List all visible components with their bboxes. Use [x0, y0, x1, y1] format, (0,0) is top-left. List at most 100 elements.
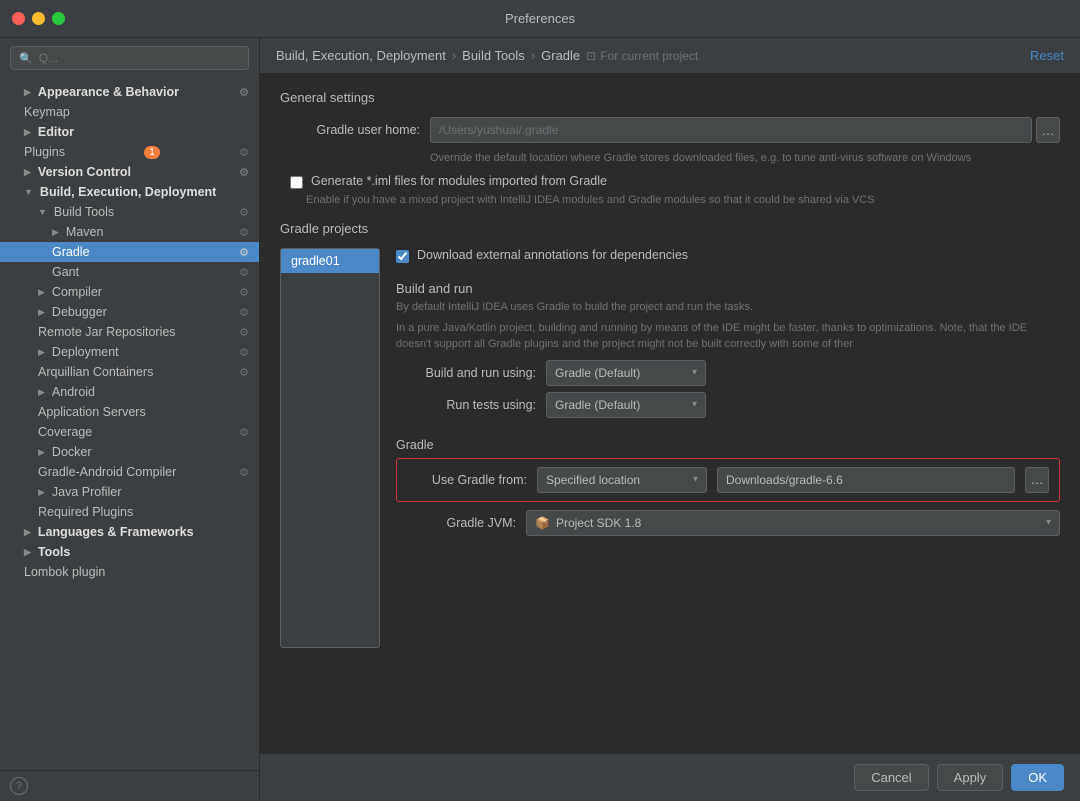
run-tests-value: Gradle (Default) [555, 398, 640, 412]
generate-iml-label: Generate *.iml files for modules importe… [311, 174, 607, 188]
sidebar-item-android[interactable]: ▶ Android [0, 382, 259, 402]
breadcrumb-build-tools[interactable]: Build Tools [462, 48, 525, 63]
content-header: Build, Execution, Deployment › Build Too… [260, 38, 1080, 74]
settings-icon: ⚙ [239, 306, 249, 319]
reset-button[interactable]: Reset [1030, 48, 1064, 63]
maximize-button[interactable] [52, 12, 65, 25]
build-using-value: Gradle (Default) [555, 366, 640, 380]
close-button[interactable] [12, 12, 25, 25]
run-tests-row: Run tests using: Gradle (Default) ▾ [396, 392, 1060, 418]
arrow-icon: ▶ [38, 487, 45, 498]
arrow-icon: ▶ [38, 307, 45, 318]
sidebar-item-label: Lombok plugin [24, 565, 105, 579]
sidebar-item-tools[interactable]: ▶ Tools [0, 542, 259, 562]
use-gradle-from-select[interactable]: Specified location ▾ [537, 467, 707, 493]
sidebar-item-appearance[interactable]: ▶ Appearance & Behavior ⚙ [0, 82, 259, 102]
sidebar-item-gradle-android[interactable]: Gradle-Android Compiler ⚙ [0, 462, 259, 482]
arrow-icon: ▶ [24, 167, 31, 178]
gradle-home-label: Gradle user home: [280, 123, 420, 137]
run-tests-select[interactable]: Gradle (Default) ▾ [546, 392, 706, 418]
sidebar-item-compiler[interactable]: ▶ Compiler ⚙ [0, 282, 259, 302]
breadcrumb-sep2: › [531, 48, 535, 63]
sidebar-item-remote-jar[interactable]: Remote Jar Repositories ⚙ [0, 322, 259, 342]
sidebar-item-build-execution[interactable]: ▼ Build, Execution, Deployment [0, 182, 259, 202]
sidebar-item-deployment[interactable]: ▶ Deployment ⚙ [0, 342, 259, 362]
settings-icon: ⚙ [239, 286, 249, 299]
search-input[interactable] [39, 51, 240, 65]
sidebar-item-gant[interactable]: Gant ⚙ [0, 262, 259, 282]
sidebar-item-languages[interactable]: ▶ Languages & Frameworks [0, 522, 259, 542]
window-controls[interactable] [12, 12, 65, 25]
build-run-title: Build and run [396, 281, 1060, 296]
sidebar-item-gradle[interactable]: Gradle ⚙ [0, 242, 259, 262]
gradle-jvm-row: Gradle JVM: 📦 Project SDK 1.8 ▾ [396, 510, 1060, 536]
project-settings: Download external annotations for depend… [396, 248, 1060, 648]
sidebar-item-coverage[interactable]: Coverage ⚙ [0, 422, 259, 442]
search-box[interactable]: 🔍 [10, 46, 249, 70]
sidebar-item-docker[interactable]: ▶ Docker [0, 442, 259, 462]
download-annotation-checkbox[interactable] [396, 250, 409, 263]
gradle-home-input[interactable] [430, 117, 1032, 143]
sidebar-item-label: Docker [52, 445, 92, 459]
generate-iml-hint: Enable if you have a mixed project with … [306, 193, 1060, 208]
build-using-select[interactable]: Gradle (Default) ▾ [546, 360, 706, 386]
sidebar-item-debugger[interactable]: ▶ Debugger ⚙ [0, 302, 259, 322]
ok-button[interactable]: OK [1011, 764, 1064, 791]
content-panel: Build, Execution, Deployment › Build Too… [260, 38, 1080, 801]
sidebar-item-version-control[interactable]: ▶ Version Control ⚙ [0, 162, 259, 182]
sidebar-item-label: Version Control [38, 165, 131, 179]
breadcrumb: Build, Execution, Deployment › Build Too… [276, 48, 698, 63]
generate-iml-checkbox[interactable] [290, 176, 303, 189]
gradle-jvm-select[interactable]: 📦 Project SDK 1.8 ▾ [526, 510, 1060, 536]
sidebar-item-label: Gant [52, 265, 79, 279]
settings-icon: ⚙ [239, 86, 249, 99]
project-icon: ⊡ [586, 49, 596, 63]
breadcrumb-build[interactable]: Build, Execution, Deployment [276, 48, 446, 63]
sidebar-item-keymap[interactable]: Keymap [0, 102, 259, 122]
arrow-icon: ▶ [38, 287, 45, 298]
build-run-hint2: In a pure Java/Kotlin project, building … [396, 321, 1060, 352]
gradle-use-section: Use Gradle from: Specified location ▾ … [396, 458, 1060, 502]
gradle-path-browse-button[interactable]: … [1025, 467, 1049, 493]
sidebar-item-label: Required Plugins [38, 505, 133, 519]
cancel-button[interactable]: Cancel [854, 764, 928, 791]
sidebar-item-label: Deployment [52, 345, 119, 359]
chevron-down-icon: ▾ [1046, 517, 1051, 528]
sidebar-items: ▶ Appearance & Behavior ⚙ Keymap ▶ Edito… [0, 78, 259, 770]
minimize-button[interactable] [32, 12, 45, 25]
settings-icon: ⚙ [239, 246, 249, 259]
sidebar-bottom: ? [0, 770, 259, 801]
apply-button[interactable]: Apply [937, 764, 1004, 791]
gradle-path-input[interactable] [717, 467, 1015, 493]
arrow-icon: ▼ [24, 187, 33, 197]
sidebar-item-lombok[interactable]: Lombok plugin [0, 562, 259, 582]
arrow-icon: ▶ [24, 547, 31, 558]
arrow-icon: ▶ [24, 127, 31, 138]
gradle-home-browse-button[interactable]: … [1036, 117, 1060, 143]
sidebar-item-label: Application Servers [38, 405, 146, 419]
title-bar: Preferences [0, 0, 1080, 38]
sidebar-item-java-profiler[interactable]: ▶ Java Profiler [0, 482, 259, 502]
content-body: General settings Gradle user home: … Ove… [260, 74, 1080, 753]
arrow-icon: ▼ [38, 207, 47, 217]
sidebar-item-build-tools[interactable]: ▼ Build Tools ⚙ [0, 202, 259, 222]
sidebar-item-plugins[interactable]: Plugins 1 ⚙ [0, 142, 259, 162]
sidebar-item-app-servers[interactable]: Application Servers [0, 402, 259, 422]
sidebar-item-label: Android [52, 385, 95, 399]
sidebar-item-label: Build Tools [54, 205, 114, 219]
sidebar-item-label: Remote Jar Repositories [38, 325, 176, 339]
sidebar-item-label: Coverage [38, 425, 92, 439]
sidebar-item-required-plugins[interactable]: Required Plugins [0, 502, 259, 522]
gradle-section: Gradle Use Gradle from: Specified locati… [396, 438, 1060, 536]
sidebar-item-editor[interactable]: ▶ Editor [0, 122, 259, 142]
projects-list: gradle01 [280, 248, 380, 648]
help-button[interactable]: ? [10, 777, 28, 795]
window-title: Preferences [505, 11, 575, 26]
settings-icon: ⚙ [239, 226, 249, 239]
sidebar-item-maven[interactable]: ▶ Maven ⚙ [0, 222, 259, 242]
annotation-check-row: Download external annotations for depend… [396, 248, 1060, 263]
build-using-row: Build and run using: Gradle (Default) ▾ [396, 360, 1060, 386]
settings-icon: ⚙ [239, 346, 249, 359]
project-item-gradle01[interactable]: gradle01 [281, 249, 379, 273]
sidebar-item-arquillian[interactable]: Arquillian Containers ⚙ [0, 362, 259, 382]
